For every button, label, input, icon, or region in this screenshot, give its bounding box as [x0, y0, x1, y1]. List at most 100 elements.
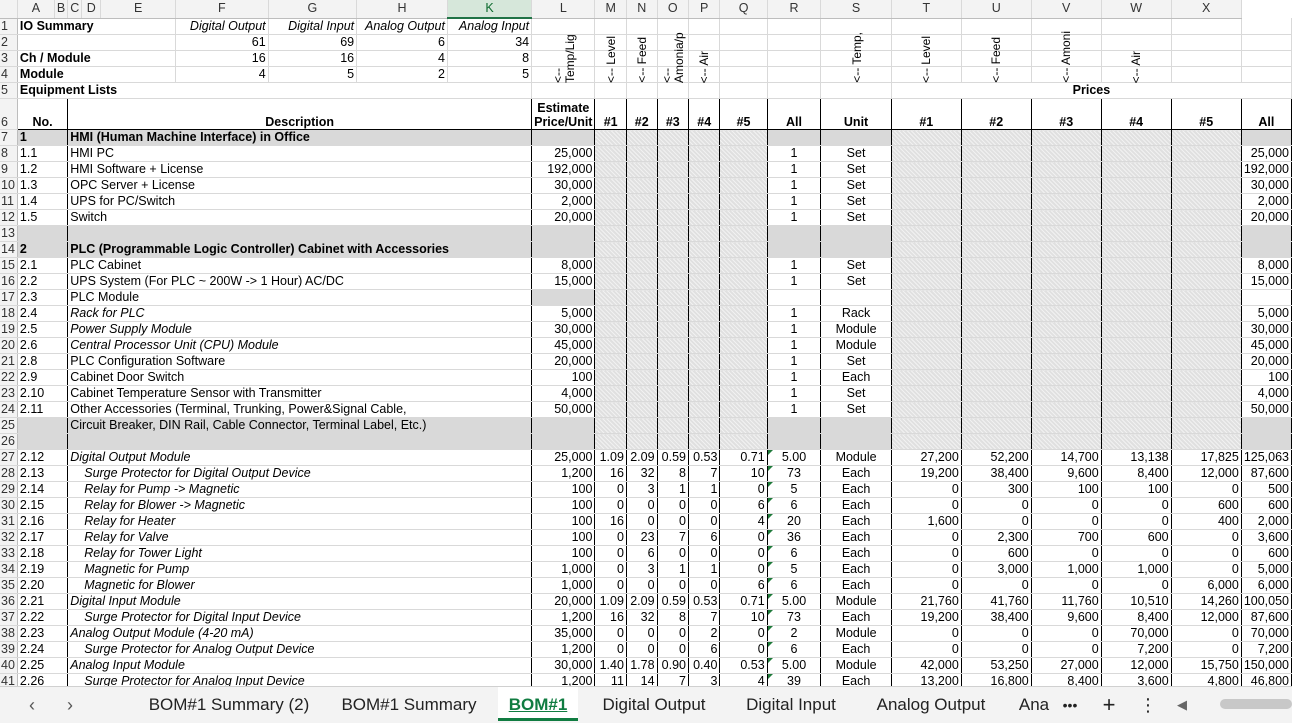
price-cell[interactable] — [891, 225, 962, 242]
price-cell[interactable]: 16,800 — [961, 673, 1032, 686]
item-description[interactable]: Analog Input Module — [67, 657, 533, 674]
price-cell[interactable] — [1031, 161, 1102, 178]
unit-cell[interactable]: Set — [820, 145, 892, 162]
price-cell[interactable]: 0 — [1101, 577, 1172, 594]
price-cell[interactable]: 300 — [961, 481, 1032, 498]
price-cell[interactable] — [1101, 305, 1172, 322]
price-cell[interactable]: 0 — [1101, 497, 1172, 514]
estimate-price[interactable]: 100 — [531, 545, 596, 562]
price-cell[interactable] — [1171, 193, 1242, 210]
qty-all-cell[interactable]: 1 — [767, 177, 822, 194]
price-cell[interactable]: 600 — [1101, 529, 1172, 546]
price-cell[interactable] — [1101, 177, 1172, 194]
price-cell[interactable] — [961, 193, 1032, 210]
price-cell[interactable] — [1171, 161, 1242, 178]
qty-cell[interactable] — [688, 209, 721, 226]
qty-cell[interactable] — [657, 385, 689, 402]
price-all-cell[interactable]: 125,063 — [1241, 449, 1292, 466]
price-all-cell[interactable]: 4,000 — [1241, 385, 1292, 402]
header-description[interactable]: Description — [67, 98, 533, 130]
row-header[interactable]: 23 — [0, 385, 18, 402]
item-number[interactable]: 2.23 — [16, 625, 69, 642]
row-header[interactable]: 16 — [0, 273, 18, 290]
column-header-u[interactable]: U — [961, 0, 1032, 19]
price-cell[interactable] — [891, 177, 962, 194]
qty-cell[interactable] — [688, 129, 721, 146]
row-header[interactable]: 37 — [0, 609, 18, 626]
price-cell[interactable]: 0 — [1031, 513, 1102, 530]
qty-cell[interactable]: 0 — [594, 561, 627, 578]
price-cell[interactable] — [1101, 289, 1172, 306]
unit-cell[interactable]: Set — [820, 273, 892, 290]
price-cell[interactable] — [1101, 353, 1172, 370]
column-header-k[interactable]: K — [447, 0, 533, 19]
io-count-cell[interactable]: 69 — [268, 34, 358, 51]
qty-cell[interactable]: 0 — [719, 529, 768, 546]
ch-per-module-cell[interactable]: 16 — [175, 50, 269, 67]
price-all-cell[interactable]: 20,000 — [1241, 353, 1292, 370]
price-cell[interactable] — [961, 353, 1032, 370]
price-cell[interactable]: 38,400 — [961, 465, 1032, 482]
price-cell[interactable]: 0 — [1171, 481, 1242, 498]
price-cell[interactable]: 0 — [891, 545, 962, 562]
price-cell[interactable]: 0 — [891, 497, 962, 514]
qty-cell[interactable]: 0 — [688, 577, 721, 594]
qty-cell[interactable] — [657, 145, 689, 162]
row-header[interactable]: 2 — [0, 34, 18, 51]
row-header[interactable]: 26 — [0, 433, 18, 450]
qty-cell[interactable] — [657, 289, 689, 306]
qty-all-cell[interactable] — [767, 241, 822, 258]
row-header[interactable]: 33 — [0, 545, 18, 562]
price-all-cell[interactable]: 50,000 — [1241, 401, 1292, 418]
qty-all-cell[interactable]: 5.00 — [767, 657, 822, 674]
estimate-price[interactable] — [531, 433, 596, 450]
price-cell[interactable] — [1101, 337, 1172, 354]
qty-all-cell[interactable]: 1 — [767, 321, 822, 338]
price-cell[interactable]: 9,600 — [1031, 465, 1102, 482]
estimate-price[interactable]: 100 — [531, 529, 596, 546]
item-description[interactable]: Surge Protector for Digital Input Device — [67, 609, 533, 626]
estimate-price[interactable]: 192,000 — [531, 161, 596, 178]
item-number[interactable]: 2.24 — [16, 641, 69, 658]
price-cell[interactable] — [891, 145, 962, 162]
column-header-w[interactable]: W — [1101, 0, 1172, 19]
row-header[interactable]: 10 — [0, 177, 18, 194]
row-header[interactable]: 13 — [0, 225, 18, 242]
price-cell[interactable]: 1,000 — [1031, 561, 1102, 578]
price-cell[interactable]: 0 — [1171, 545, 1242, 562]
price-cell[interactable]: 0 — [1031, 545, 1102, 562]
qty-cell[interactable] — [626, 321, 658, 338]
header-qty-h4[interactable]: #4 — [687, 98, 721, 130]
qty-cell[interactable]: 0 — [719, 625, 768, 642]
price-cell[interactable] — [891, 337, 962, 354]
row-header[interactable]: 29 — [0, 481, 18, 498]
qty-cell[interactable]: 1 — [657, 561, 689, 578]
price-all-cell[interactable]: 600 — [1241, 545, 1292, 562]
price-cell[interactable] — [1031, 433, 1102, 450]
qty-cell[interactable] — [594, 273, 627, 290]
item-description[interactable]: Surge Protector for Analog Output Device — [67, 641, 533, 658]
price-cell[interactable]: 14,260 — [1171, 593, 1242, 610]
price-cell[interactable] — [891, 257, 962, 274]
qty-all-cell[interactable]: 2 — [767, 625, 822, 642]
tab-analog-output[interactable]: Analog Output — [864, 687, 998, 721]
qty-cell[interactable]: 0 — [688, 497, 721, 514]
qty-cell[interactable]: 0 — [688, 545, 721, 562]
qty-cell[interactable] — [657, 225, 689, 242]
item-description[interactable]: Surge Protector for Digital Output Devic… — [67, 465, 533, 482]
cell[interactable] — [719, 66, 768, 83]
item-number[interactable]: 2.5 — [16, 321, 69, 338]
item-number[interactable]: 2.21 — [16, 593, 69, 610]
qty-cell[interactable]: 0.59 — [657, 449, 689, 466]
qty-cell[interactable]: 2.09 — [626, 449, 658, 466]
qty-cell[interactable]: 6 — [719, 497, 768, 514]
price-cell[interactable] — [1031, 417, 1102, 434]
price-cell[interactable] — [961, 385, 1032, 402]
estimate-price[interactable]: 20,000 — [531, 593, 596, 610]
price-cell[interactable] — [1031, 369, 1102, 386]
price-cell[interactable] — [1031, 129, 1102, 146]
qty-all-cell[interactable]: 1 — [767, 145, 822, 162]
item-number[interactable]: 2.17 — [16, 529, 69, 546]
qty-cell[interactable]: 16 — [594, 465, 627, 482]
price-cell[interactable]: 0 — [891, 529, 962, 546]
